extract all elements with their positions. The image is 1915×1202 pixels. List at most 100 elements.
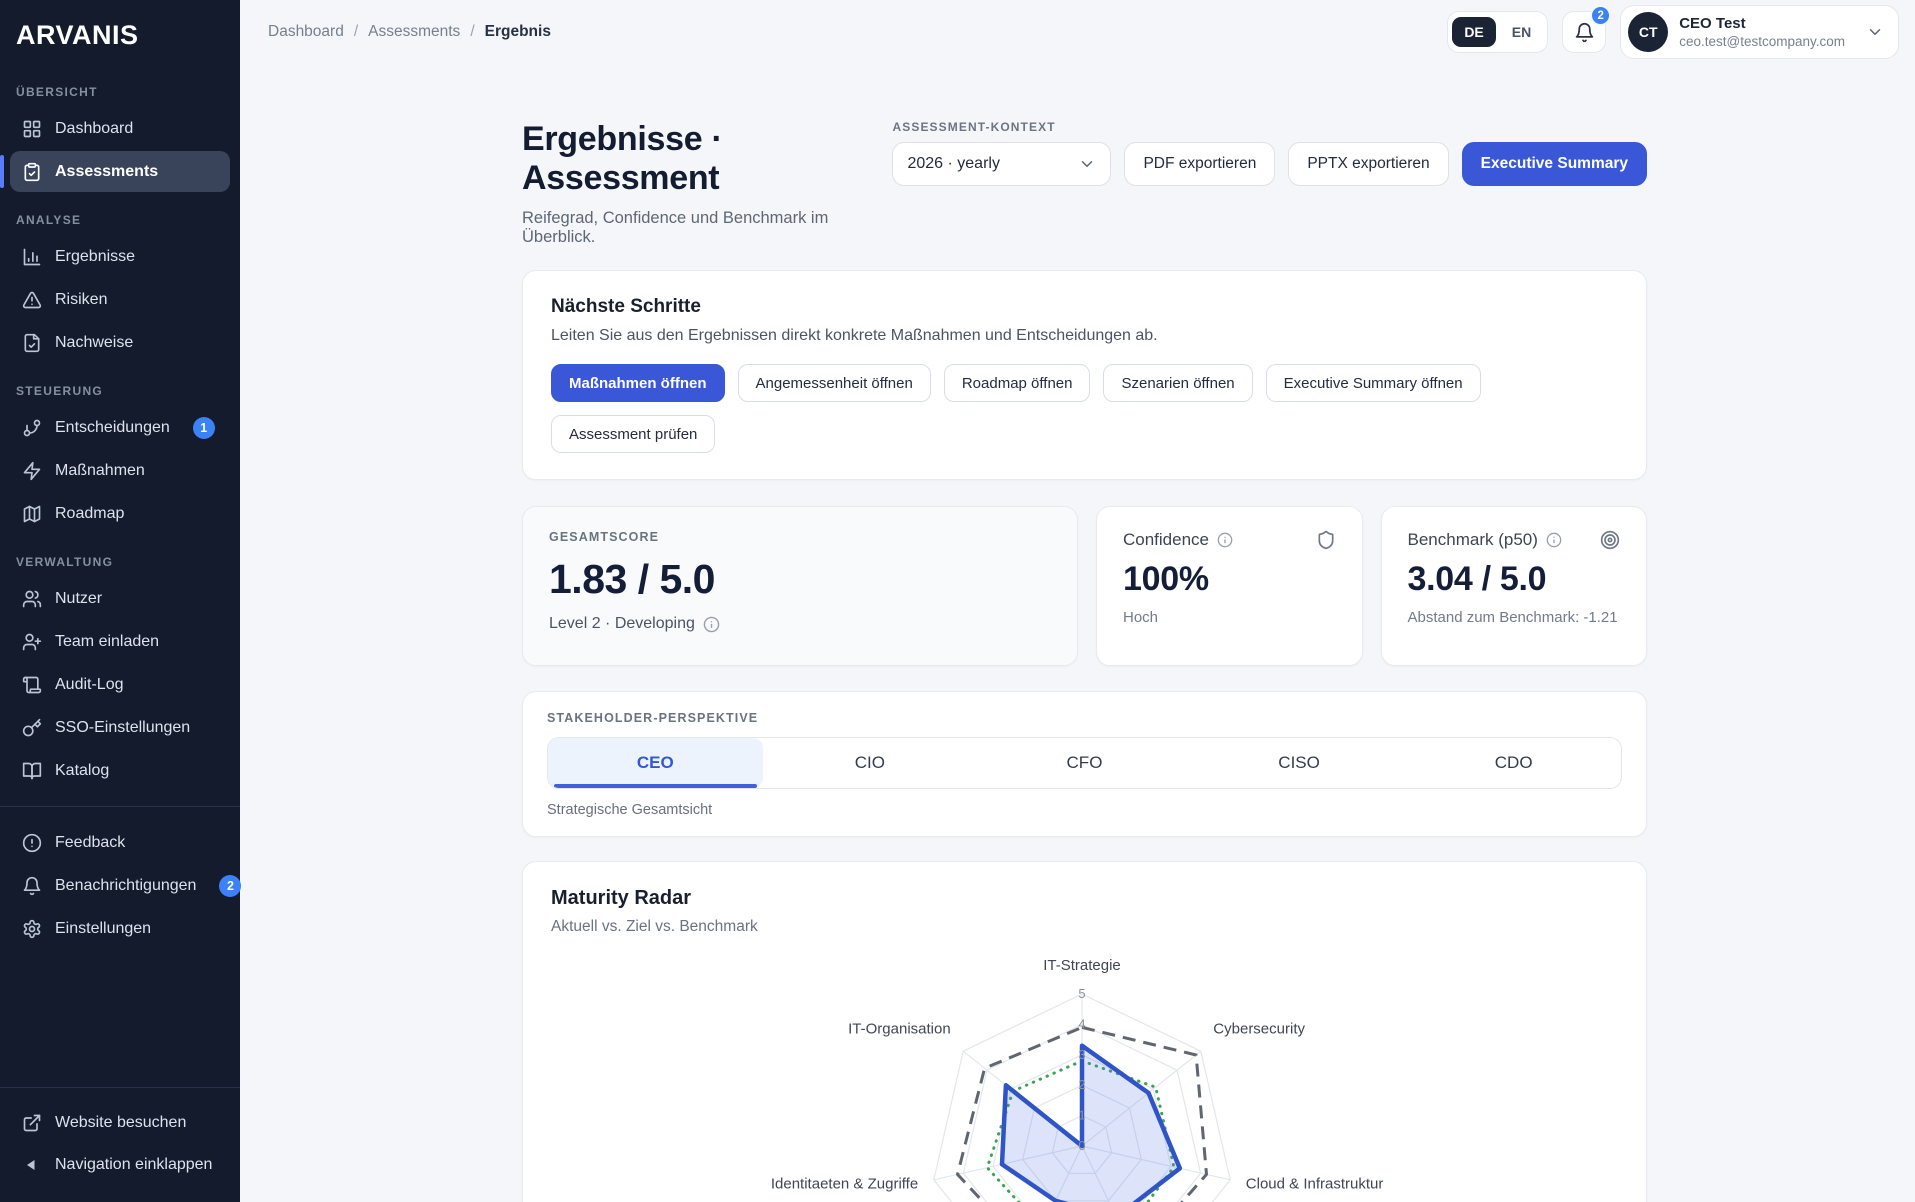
stakeholder-card: STAKEHOLDER-PERSPEKTIVE CEO CIO CFO CISO… bbox=[522, 691, 1647, 837]
svg-text:IT-Organisation: IT-Organisation bbox=[848, 1020, 951, 1037]
user-email: ceo.test@testcompany.com bbox=[1679, 34, 1845, 49]
sidebar-item-entscheidungen[interactable]: Entscheidungen 1 bbox=[10, 407, 230, 448]
page-content: Ergebnisse · Assessment Reifegrad, Confi… bbox=[522, 120, 1647, 1202]
sidebar-item-label: Navigation einklappen bbox=[55, 1156, 212, 1174]
stakeholder-label: STAKEHOLDER-PERSPEKTIVE bbox=[547, 711, 1622, 725]
breadcrumb-assessments[interactable]: Assessments bbox=[368, 23, 460, 41]
radar-subtitle: Aktuell vs. Ziel vs. Benchmark bbox=[551, 918, 1618, 936]
grid-icon bbox=[22, 119, 42, 139]
external-link-icon bbox=[22, 1113, 42, 1133]
sidebar-item-nachweise[interactable]: Nachweise bbox=[10, 322, 230, 363]
sidebar-item-katalog[interactable]: Katalog bbox=[10, 750, 230, 791]
sidebar-item-roadmap[interactable]: Roadmap bbox=[10, 493, 230, 534]
sidebar-item-sso-einstellungen[interactable]: SSO-Einstellungen bbox=[10, 707, 230, 748]
assessment-context-select[interactable]: 2026 · yearly bbox=[892, 142, 1111, 186]
next-steps-card: Nächste Schritte Leiten Sie aus den Erge… bbox=[522, 270, 1647, 480]
sidebar-item-assessments[interactable]: Assessments bbox=[10, 151, 230, 192]
info-icon[interactable] bbox=[1217, 532, 1233, 548]
svg-text:Cloud & Infrastruktur: Cloud & Infrastruktur bbox=[1246, 1175, 1384, 1192]
page-title: Ergebnisse · Assessment bbox=[522, 120, 892, 198]
alert-circle-icon bbox=[22, 833, 42, 853]
tab-cio[interactable]: CIO bbox=[763, 738, 978, 788]
sidebar-item-audit-log[interactable]: Audit-Log bbox=[10, 664, 230, 705]
info-icon[interactable] bbox=[703, 616, 720, 633]
target-icon bbox=[1600, 530, 1620, 550]
export-pdf-button[interactable]: PDF exportieren bbox=[1124, 142, 1275, 186]
chevron-down-icon bbox=[1866, 23, 1884, 41]
benchmark-note: Abstand zum Benchmark: -1.21 bbox=[1408, 609, 1621, 626]
sidebar-item-website-besuchen[interactable]: Website besuchen bbox=[10, 1102, 230, 1143]
benchmark-card: Benchmark (p50) 3.04 / 5.0 Abstand zum B… bbox=[1381, 506, 1648, 666]
open-angemessenheit-button[interactable]: Angemessenheit öffnen bbox=[738, 364, 931, 402]
sidebar-item-label: Einstellungen bbox=[55, 920, 151, 938]
sidebar-item-einstellungen[interactable]: Einstellungen bbox=[10, 908, 230, 949]
sidebar-item-massnahmen[interactable]: Maßnahmen bbox=[10, 450, 230, 491]
sidebar-item-label: Team einladen bbox=[55, 633, 159, 651]
gesamtscore-value: 1.83 / 5.0 bbox=[549, 556, 1051, 603]
gesamtscore-level: Level 2 · Developing bbox=[549, 615, 695, 633]
section-label-uebersicht: ÜBERSICHT bbox=[0, 65, 240, 107]
context-label: ASSESSMENT-KONTEXT bbox=[892, 120, 1647, 134]
open-szenarien-button[interactable]: Szenarien öffnen bbox=[1103, 364, 1252, 402]
benchmark-value: 3.04 / 5.0 bbox=[1408, 560, 1621, 599]
sidebar-divider bbox=[0, 806, 240, 807]
open-roadmap-button[interactable]: Roadmap öffnen bbox=[944, 364, 1091, 402]
key-icon bbox=[22, 718, 42, 738]
svg-text:4: 4 bbox=[1078, 1016, 1085, 1031]
svg-text:2: 2 bbox=[1078, 1077, 1085, 1092]
context-selected-value: 2026 · yearly bbox=[907, 155, 1000, 173]
sidebar-item-nutzer[interactable]: Nutzer bbox=[10, 578, 230, 619]
bell-icon bbox=[1574, 22, 1595, 43]
sidebar-item-label: Nutzer bbox=[55, 590, 102, 608]
open-massnahmen-button[interactable]: Maßnahmen öffnen bbox=[551, 364, 725, 402]
breadcrumb-current: Ergebnis bbox=[485, 23, 551, 41]
svg-text:Cybersecurity: Cybersecurity bbox=[1213, 1020, 1305, 1037]
svg-text:Identitaeten & Zugriffe: Identitaeten & Zugriffe bbox=[771, 1175, 918, 1192]
next-steps-description: Leiten Sie aus den Ergebnissen direkt ko… bbox=[551, 327, 1618, 345]
sidebar-item-team-einladen[interactable]: Team einladen bbox=[10, 621, 230, 662]
sidebar-item-label: Dashboard bbox=[55, 120, 133, 138]
sidebar-footer: Website besuchen Navigation einklappen bbox=[0, 1073, 240, 1202]
info-icon[interactable] bbox=[1546, 532, 1562, 548]
section-label-analyse: ANALYSE bbox=[0, 193, 240, 235]
notifications-button[interactable]: 2 bbox=[1562, 11, 1606, 53]
sidebar-divider bbox=[0, 1087, 240, 1088]
sidebar-item-collapse-nav[interactable]: Navigation einklappen bbox=[10, 1144, 230, 1185]
sidebar-item-label: Roadmap bbox=[55, 505, 124, 523]
export-pptx-button[interactable]: PPTX exportieren bbox=[1288, 142, 1448, 186]
sidebar-item-label: Feedback bbox=[55, 834, 125, 852]
language-switcher: DE EN bbox=[1447, 11, 1548, 53]
section-label-steuerung: STEUERUNG bbox=[0, 364, 240, 406]
tab-cfo[interactable]: CFO bbox=[977, 738, 1192, 788]
tab-ceo[interactable]: CEO bbox=[548, 738, 763, 788]
open-executive-summary-button[interactable]: Executive Summary öffnen bbox=[1266, 364, 1481, 402]
zap-icon bbox=[22, 461, 42, 481]
user-menu[interactable]: CT CEO Test ceo.test@testcompany.com bbox=[1620, 5, 1899, 59]
sidebar-item-dashboard[interactable]: Dashboard bbox=[10, 108, 230, 149]
sidebar-item-benachrichtigungen[interactable]: Benachrichtigungen 2 bbox=[10, 865, 230, 906]
svg-text:IT-Strategie: IT-Strategie bbox=[1043, 957, 1121, 974]
check-assessment-button[interactable]: Assessment prüfen bbox=[551, 415, 715, 453]
maturity-radar-card: Maturity Radar Aktuell vs. Ziel vs. Benc… bbox=[522, 861, 1647, 1202]
entscheidungen-count-badge: 1 bbox=[193, 417, 215, 439]
tab-ciso[interactable]: CISO bbox=[1192, 738, 1407, 788]
page-header: Ergebnisse · Assessment Reifegrad, Confi… bbox=[522, 120, 1647, 247]
breadcrumb-dashboard[interactable]: Dashboard bbox=[268, 23, 344, 41]
scroll-icon bbox=[22, 675, 42, 695]
sidebar-item-label: Ergebnisse bbox=[55, 248, 135, 266]
radar-title: Maturity Radar bbox=[551, 887, 1618, 910]
sidebar-item-ergebnisse[interactable]: Ergebnisse bbox=[10, 236, 230, 277]
sidebar-item-feedback[interactable]: Feedback bbox=[10, 822, 230, 863]
main-area: Dashboard / Assessments / Ergebnis DE EN… bbox=[240, 0, 1915, 1202]
svg-text:5: 5 bbox=[1078, 986, 1085, 1001]
sidebar-item-label: Nachweise bbox=[55, 334, 133, 352]
sidebar-item-risiken[interactable]: Risiken bbox=[10, 279, 230, 320]
lang-en-button[interactable]: EN bbox=[1500, 17, 1543, 47]
executive-summary-button[interactable]: Executive Summary bbox=[1462, 142, 1647, 186]
lang-de-button[interactable]: DE bbox=[1452, 17, 1495, 47]
sidebar-item-label: SSO-Einstellungen bbox=[55, 719, 190, 737]
notification-count-badge: 2 bbox=[1590, 5, 1611, 26]
tab-cdo[interactable]: CDO bbox=[1406, 738, 1621, 788]
gesamtscore-label: GESAMTSCORE bbox=[549, 530, 1051, 544]
confidence-value: 100% bbox=[1123, 560, 1336, 599]
